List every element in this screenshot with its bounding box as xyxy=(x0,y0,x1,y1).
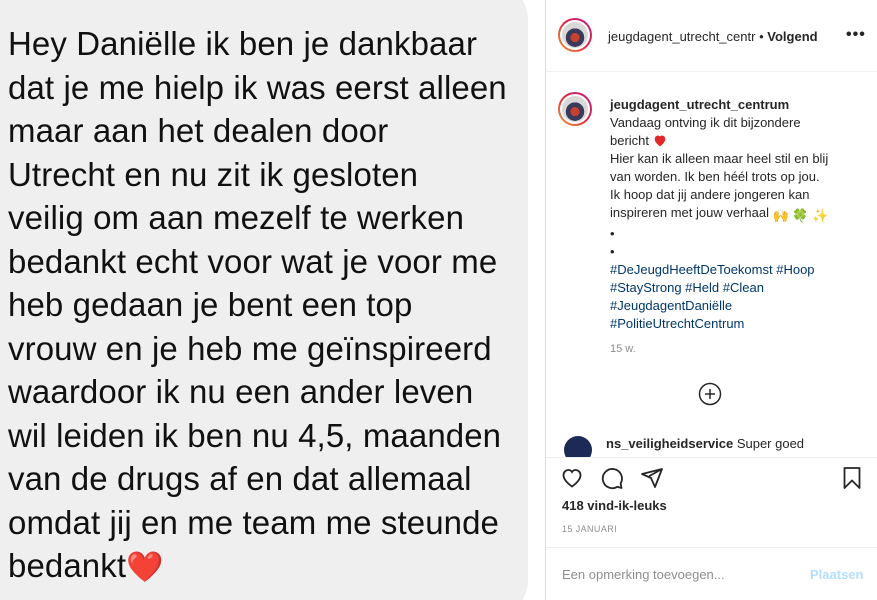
caption-username[interactable]: jeugdagent_utrecht_centrum xyxy=(610,96,860,114)
comment-icon[interactable] xyxy=(600,466,624,490)
comment-item: ns_veiligheidservice Super goed xyxy=(564,436,804,457)
caption-line: Ik hoop dat jij andere jongeren kan xyxy=(610,187,810,202)
hashtag-link[interactable]: #Clean xyxy=(723,280,764,295)
hashtag-link[interactable]: #JeugdagentDaniëlle xyxy=(610,298,732,313)
post-image: Hey Daniëlle ik ben je dankbaar dat je m… xyxy=(0,0,545,600)
share-icon[interactable] xyxy=(640,466,664,490)
following-button[interactable]: Volgend xyxy=(767,29,817,44)
hashtag-link[interactable]: #Held xyxy=(685,280,719,295)
comment-username[interactable]: ns_veiligheidservice xyxy=(606,436,733,451)
post-header: jeugdagent_utrecht_centr • Volgend ••• xyxy=(546,0,877,72)
comment-text: Super goed xyxy=(736,436,805,451)
caption-text: inspireren met jouw verhaal xyxy=(610,205,769,220)
caption-line-with-heart: bericht xyxy=(610,132,860,150)
comments-section: jeugdagent_utrecht_centrum Vandaag ontvi… xyxy=(546,72,877,457)
caption-text: bericht xyxy=(610,133,650,148)
post-comment-button[interactable]: Plaatsen xyxy=(810,567,863,582)
caption: jeugdagent_utrecht_centrum Vandaag ontvi… xyxy=(610,96,860,333)
message-text: Hey Daniëlle ik ben je dankbaar dat je m… xyxy=(8,22,533,590)
action-bar: 418 vind-ik-leuks 15 JANUARI xyxy=(546,457,877,547)
caption-dot: • xyxy=(610,244,615,259)
caption-dot: • xyxy=(610,226,615,241)
more-options-icon[interactable]: ••• xyxy=(846,26,866,44)
hashtag-link[interactable]: #Hoop xyxy=(776,262,814,277)
hashtag-link[interactable]: #PolitieUtrechtCentrum xyxy=(610,316,744,331)
hashtag-link[interactable]: #StayStrong xyxy=(610,280,682,295)
load-more-comments-icon[interactable] xyxy=(698,382,722,406)
header-user: jeugdagent_utrecht_centr • Volgend xyxy=(608,29,818,44)
heart-icon xyxy=(654,135,665,147)
caption-line-with-emoji: inspireren met jouw verhaal 🙌 🍀 ✨ xyxy=(610,204,860,225)
like-count[interactable]: 418 vind-ik-leuks xyxy=(562,498,667,513)
post-date[interactable]: 15 JANUARI xyxy=(562,524,617,534)
avatar[interactable] xyxy=(558,18,592,52)
message-body: Hey Daniëlle ik ben je dankbaar dat je m… xyxy=(8,25,507,584)
header-username[interactable]: jeugdagent_utrecht_centr xyxy=(608,29,755,44)
like-heart-icon[interactable] xyxy=(560,466,584,490)
bookmark-icon[interactable] xyxy=(840,466,864,490)
add-comment-bar: Een opmerking toevoegen... Plaatsen xyxy=(546,547,877,600)
post-side-panel: jeugdagent_utrecht_centr • Volgend ••• j… xyxy=(546,0,877,600)
caption-avatar[interactable] xyxy=(558,92,592,126)
hashtag-link[interactable]: #DeJeugdHeeftDeToekomst xyxy=(610,262,773,277)
caption-line: Vandaag ontving ik dit bijzondere xyxy=(610,115,801,130)
caption-line: Hier kan ik alleen maar heel stil en bli… xyxy=(610,151,829,166)
message-heart: ❤️ xyxy=(126,551,164,584)
emoji-group: 🙌 🍀 ✨ xyxy=(772,208,829,223)
caption-line: van worden. Ik ben héél trots op jou. xyxy=(610,169,820,184)
caption-age[interactable]: 15 w. xyxy=(610,343,636,355)
header-separator: • xyxy=(759,29,764,44)
comment-avatar[interactable] xyxy=(564,436,592,457)
comment-input[interactable]: Een opmerking toevoegen... xyxy=(562,567,725,582)
